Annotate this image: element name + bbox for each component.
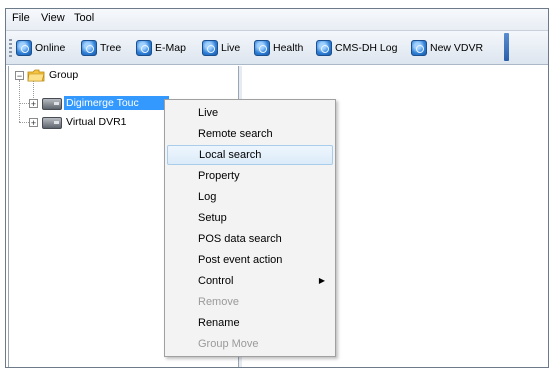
online-label: Online <box>35 42 66 54</box>
menu-tool[interactable]: Tool <box>74 12 94 24</box>
menu-item-property[interactable]: Property <box>167 166 333 186</box>
dvr-icon <box>42 98 62 110</box>
group-collapse-toggle[interactable]: − <box>15 71 24 81</box>
menu-item-label: Remote search <box>198 128 273 140</box>
tree-connector <box>19 80 20 122</box>
menu-item-control[interactable]: Control ▶ <box>167 271 333 291</box>
tree-label: Tree <box>100 42 122 54</box>
tree-item-virtual-dvr1[interactable]: Virtual DVR1 <box>66 116 127 128</box>
tree-root-label[interactable]: Group <box>49 69 78 81</box>
menu-item-remove: Remove <box>167 292 333 312</box>
menu-item-local-search[interactable]: Local search <box>167 145 333 165</box>
dvr-icon <box>42 117 62 129</box>
menu-item-label: Live <box>198 107 219 119</box>
live-button[interactable]: Live <box>202 39 240 57</box>
tree-button[interactable]: Tree <box>81 39 121 57</box>
menu-item-label: Remove <box>198 296 239 308</box>
menu-item-label: Local search <box>199 149 262 161</box>
live-icon <box>202 40 218 56</box>
folder-icon <box>27 69 45 82</box>
live-label: Live <box>221 42 241 54</box>
toolbar-grip[interactable] <box>9 39 12 57</box>
submenu-arrow-icon: ▶ <box>318 276 325 285</box>
menu-file[interactable]: File <box>12 12 30 24</box>
toolbar-end-marker <box>504 33 509 61</box>
menu-item-label: Control <box>198 275 234 287</box>
health-icon <box>254 40 270 56</box>
menu-view[interactable]: View <box>41 12 65 24</box>
menu-item-pos-data-search[interactable]: POS data search <box>167 229 333 249</box>
menu-item-group-move: Group Move <box>167 334 333 354</box>
tree-item-digimerge[interactable]: Digimerge Touc <box>64 96 169 110</box>
menu-item-label: Rename <box>198 317 240 329</box>
menu-item-label: POS data search <box>198 233 282 245</box>
cms-dh-log-label: CMS-DH Log <box>335 42 398 54</box>
new-vdvr-button[interactable]: New VDVR <box>411 39 483 57</box>
menu-item-post-event-action[interactable]: Post event action <box>167 250 333 270</box>
log-icon <box>316 40 332 56</box>
emap-label: E-Map <box>155 42 186 54</box>
new-vdvr-icon <box>411 40 427 56</box>
health-label: Health <box>273 42 304 54</box>
dvr-expand-toggle[interactable]: + <box>29 118 38 128</box>
menu-item-label: Log <box>198 191 217 203</box>
menu-item-label: Setup <box>198 212 227 224</box>
menu-item-setup[interactable]: Setup <box>167 208 333 228</box>
new-vdvr-label: New VDVR <box>430 42 484 54</box>
dvr-expand-toggle[interactable]: + <box>29 99 38 109</box>
menu-item-label: Group Move <box>198 338 259 350</box>
online-button[interactable]: Online <box>16 39 65 57</box>
toolbar: Online Tree E-Map Live Health CMS-DH Log… <box>6 31 548 65</box>
menu-item-log[interactable]: Log <box>167 187 333 207</box>
emap-button[interactable]: E-Map <box>136 39 186 57</box>
menu-item-label: Post event action <box>198 254 283 266</box>
menu-item-live[interactable]: Live <box>167 103 333 123</box>
menu-item-label: Property <box>198 170 240 182</box>
menu-item-rename[interactable]: Rename <box>167 313 333 333</box>
health-button[interactable]: Health <box>254 39 303 57</box>
cms-dh-log-button[interactable]: CMS-DH Log <box>316 39 397 57</box>
context-menu: Live Remote search Local search Property… <box>164 99 336 357</box>
menu-item-remote-search[interactable]: Remote search <box>167 124 333 144</box>
emap-icon <box>136 40 152 56</box>
online-icon <box>16 40 32 56</box>
menu-bar: File View Tool <box>6 9 548 31</box>
tree-icon <box>81 40 97 56</box>
